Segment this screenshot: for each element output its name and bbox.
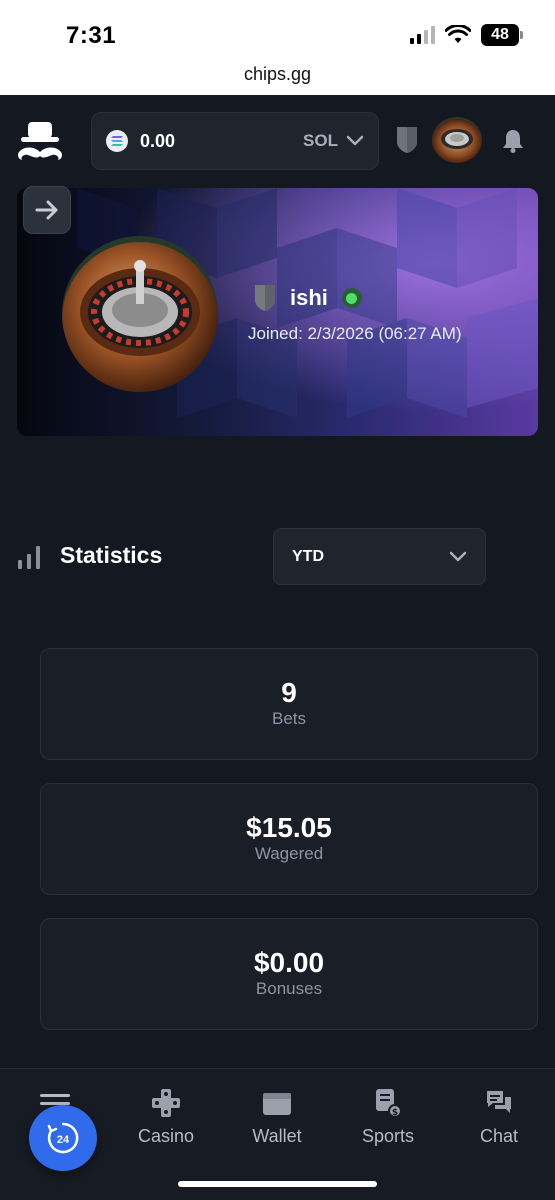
svg-text:$: $	[392, 1108, 398, 1118]
username-row: ishi	[254, 284, 362, 312]
stat-card-wagered: $15.05 Wagered	[40, 783, 538, 895]
period-value: YTD	[292, 547, 324, 565]
browser-url[interactable]: chips.gg	[0, 64, 555, 85]
stat-value: 9	[281, 677, 297, 708]
stat-card-bonuses: $0.00 Bonuses	[40, 918, 538, 1030]
status-time: 7:31	[66, 22, 117, 49]
stat-card-bets: 9 Bets	[40, 648, 538, 760]
wifi-icon	[445, 25, 471, 43]
stat-label: Bonuses	[255, 979, 323, 998]
support-button[interactable]: 24	[29, 1105, 97, 1171]
gamepad-icon	[152, 1089, 180, 1117]
currency-dropdown[interactable]: SOL	[303, 131, 364, 151]
chat-icon	[487, 1091, 511, 1113]
stat-value: $15.05	[246, 812, 332, 843]
bar-chart-icon	[18, 546, 40, 569]
joined-date: Joined: 2/3/2026 (06:27 AM)	[248, 324, 462, 343]
battery-indicator: 48	[481, 24, 523, 46]
cell-signal-icon	[410, 26, 435, 44]
profile-avatar	[62, 236, 218, 392]
nav-sports[interactable]: $ Sports	[338, 1088, 438, 1147]
ios-status-bar: 7:31 48 chips.gg	[0, 0, 555, 95]
chevron-down-icon	[449, 551, 467, 561]
online-status-indicator	[341, 288, 362, 308]
stat-value: $0.00	[253, 947, 325, 978]
rank-shield-icon	[255, 285, 275, 311]
nav-casino[interactable]: Casino	[116, 1088, 216, 1147]
period-dropdown[interactable]: YTD	[273, 528, 486, 585]
home-indicator	[178, 1181, 377, 1187]
currency-label: SOL	[303, 131, 338, 150]
stat-label: Bets	[271, 709, 307, 728]
nav-wallet[interactable]: Wallet	[227, 1088, 327, 1147]
balance-selector[interactable]: 0.00 SOL	[91, 112, 379, 170]
chevron-down-icon	[346, 135, 364, 146]
user-avatar[interactable]	[432, 117, 482, 163]
back-button[interactable]	[23, 186, 71, 234]
username: ishi	[290, 285, 328, 310]
arrow-right-icon	[35, 200, 58, 220]
mustache-hat-logo[interactable]	[16, 122, 64, 164]
support-badge: 24	[57, 1134, 70, 1146]
sports-icon: $	[376, 1089, 402, 1118]
stat-label: Wagered	[254, 844, 324, 863]
status-icons: 48	[410, 24, 523, 46]
bell-icon[interactable]	[502, 128, 524, 154]
nav-label: Casino	[137, 1126, 195, 1146]
nav-label: Chat	[479, 1126, 519, 1146]
statistics-title: Statistics	[60, 542, 163, 568]
nav-label: Sports	[361, 1126, 415, 1146]
support-24-icon: 24	[47, 1122, 79, 1154]
nav-label: Wallet	[252, 1126, 302, 1146]
shield-icon[interactable]	[396, 126, 418, 154]
sol-coin-icon	[106, 130, 128, 152]
wallet-icon	[263, 1093, 291, 1115]
balance-amount: 0.00	[140, 130, 176, 151]
nav-chat[interactable]: Chat	[449, 1088, 549, 1147]
